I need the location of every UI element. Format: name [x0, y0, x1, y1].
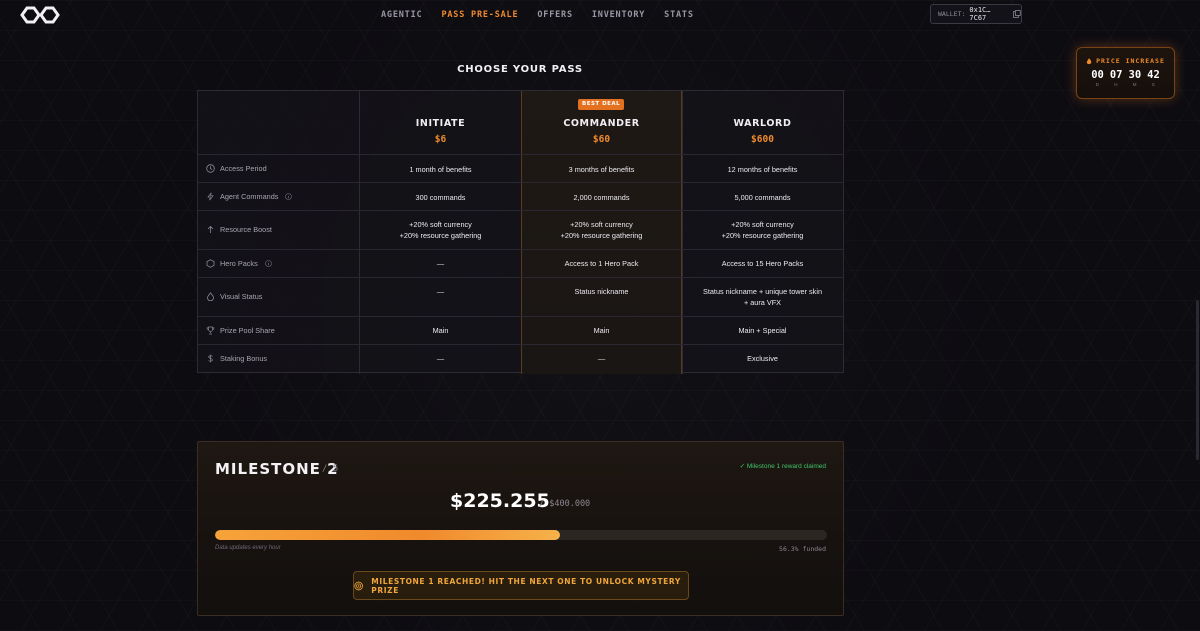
wallet-label: WALLET:: [938, 10, 966, 18]
cell-initiate: 1 month of benefits: [409, 165, 472, 174]
feature-agent-commands: Agent Commands: [206, 192, 293, 201]
nav-offers[interactable]: OFFERS: [537, 10, 573, 20]
timer-seconds: 42: [1147, 69, 1160, 81]
nav-agentic[interactable]: AGENTIC: [381, 10, 422, 20]
cell-commander: Status nickname: [574, 287, 629, 296]
target-amount: / $400.000: [539, 499, 591, 509]
cell-warlord: Exclusive: [747, 354, 778, 363]
feature-label: Resource Boost: [220, 225, 272, 234]
tier-name: INITIATE: [415, 118, 466, 129]
funding-progress-bar: [215, 530, 827, 540]
copy-icon[interactable]: [1013, 10, 1021, 18]
cell-initiate: Main: [432, 326, 449, 335]
nav-pass-pre-sale[interactable]: PASS PRE-SALE: [441, 10, 518, 20]
cell-commander: Main: [593, 326, 610, 335]
milestone-panel: MILESTONE 2 / 5 ✓ Milestone 1 reward cla…: [197, 441, 844, 616]
scrollbar[interactable]: [1195, 0, 1199, 631]
info-icon[interactable]: [264, 260, 272, 267]
cell-warlord: Status nickname + unique tower skin + au…: [702, 287, 823, 307]
trophy-icon: [206, 326, 215, 335]
best-deal-badge: BEST DEAL: [578, 99, 625, 110]
feature-label: Prize Pool Share: [220, 326, 275, 335]
funding-progress-fill: [215, 530, 560, 540]
wallet-address: 0x1C…7C67: [969, 6, 991, 22]
feature-access-period: Access Period: [206, 164, 267, 173]
target-icon: [354, 581, 363, 590]
cell-commander: Access to 1 Hero Pack: [564, 259, 639, 268]
hexagon-icon: [206, 259, 215, 268]
nav-inventory[interactable]: INVENTORY: [592, 10, 645, 20]
tier-name: COMMANDER: [563, 118, 640, 129]
wallet-button[interactable]: WALLET: 0x1C…7C67: [930, 4, 1022, 24]
top-bar: AGENTIC PASS PRE-SALE OFFERS INVENTORY S…: [0, 0, 1200, 30]
countdown-timer: 00 D 07 H 30 M 42 S: [1077, 69, 1174, 87]
cell-warlord: 12 months of benefits: [727, 165, 798, 174]
cell-commander: 3 months of benefits: [568, 165, 635, 174]
cell-initiate: 300 commands: [415, 193, 466, 202]
data-updates-note: Data updates every hour: [215, 545, 281, 551]
milestone-title: MILESTONE 2: [215, 460, 339, 478]
page-title: CHOOSE YOUR PASS: [457, 64, 583, 75]
timer-minutes: 30: [1128, 69, 1142, 81]
tier-price: $60: [592, 134, 611, 145]
cell-warlord: Access to 15 Hero Packs: [721, 259, 804, 268]
clock-icon: [206, 164, 215, 173]
cell-initiate: —: [436, 354, 445, 363]
cell-commander: —: [597, 354, 606, 363]
logo-icon[interactable]: [20, 6, 60, 24]
tier-price: $6: [434, 134, 447, 145]
feature-visual-status: Visual Status: [206, 292, 262, 301]
feature-label: Agent Commands: [220, 192, 279, 201]
tier-price: $600: [751, 134, 774, 145]
feature-label: Visual Status: [220, 292, 263, 301]
nav-stats[interactable]: STATS: [664, 10, 694, 20]
pass-comparison-table: INITIATE $6 BEST DEAL COMMANDER $60 WARL…: [197, 90, 844, 374]
scrollbar-thumb[interactable]: [1196, 300, 1199, 460]
raised-amount: $225.255: [450, 490, 550, 512]
feature-staking-bonus: Staking Bonus: [206, 354, 267, 363]
feature-hero-packs: Hero Packs: [206, 259, 272, 268]
cell-warlord: +20% soft currency +20% resource gatheri…: [721, 220, 804, 240]
bolt-icon: [207, 192, 214, 201]
feature-label: Hero Packs: [220, 259, 258, 268]
timer-minutes-label: M: [1132, 82, 1137, 87]
milestone-count: / 5: [322, 464, 339, 474]
timer-hours: 07: [1109, 69, 1123, 81]
arrow-up-icon: [207, 225, 214, 233]
cell-initiate: —: [436, 259, 445, 268]
main-nav: AGENTIC PASS PRE-SALE OFFERS INVENTORY S…: [381, 10, 694, 20]
flame-icon: [1086, 57, 1092, 64]
price-increase-title: PRICE INCREASE: [1096, 57, 1165, 65]
milestone-banner: MILESTONE 1 REACHED! HIT THE NEXT ONE TO…: [353, 571, 689, 600]
funded-percent: 56.3% funded: [779, 545, 826, 553]
cell-commander: 2,000 commands: [573, 193, 630, 202]
timer-hours-label: H: [1114, 82, 1119, 87]
feature-resource-boost: Resource Boost: [206, 225, 272, 234]
drop-icon: [207, 292, 214, 301]
feature-label: Staking Bonus: [220, 354, 268, 363]
timer-days-label: D: [1095, 82, 1100, 87]
cell-warlord: Main + Special: [738, 326, 787, 335]
price-increase-widget: PRICE INCREASE 00 D 07 H 30 M 42 S: [1076, 47, 1175, 99]
cell-commander: +20% soft currency +20% resource gatheri…: [560, 220, 643, 240]
timer-seconds-label: S: [1151, 82, 1156, 87]
cell-initiate: —: [436, 287, 445, 296]
milestone-banner-text: MILESTONE 1 REACHED! HIT THE NEXT ONE TO…: [371, 576, 681, 595]
milestone-claimed-status: ✓ Milestone 1 reward claimed: [739, 463, 826, 470]
timer-days: 00: [1091, 69, 1104, 81]
feature-prize-pool-share: Prize Pool Share: [206, 326, 275, 335]
dollar-icon: [208, 354, 213, 363]
tier-name: WARLORD: [733, 118, 792, 129]
feature-label: Access Period: [220, 164, 267, 173]
info-icon[interactable]: [285, 193, 293, 200]
cell-warlord: 5,000 commands: [734, 193, 791, 202]
cell-initiate: +20% soft currency +20% resource gatheri…: [399, 220, 482, 240]
